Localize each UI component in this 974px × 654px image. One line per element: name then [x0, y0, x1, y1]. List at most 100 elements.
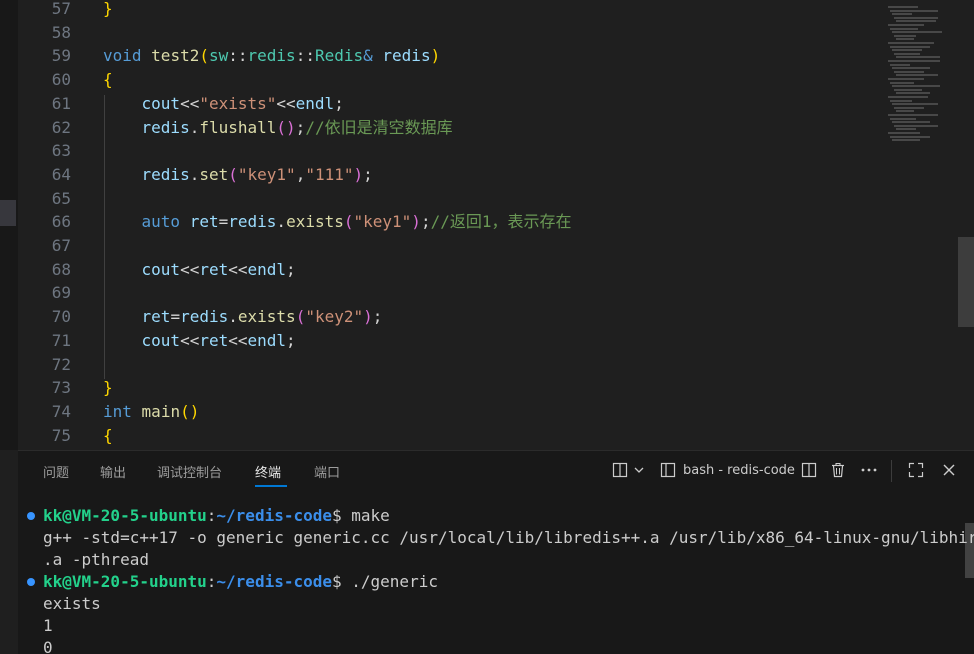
- minimap-line: [892, 67, 930, 70]
- code-line[interactable]: 72: [18, 353, 878, 377]
- split-terminal-icon[interactable]: [801, 462, 817, 482]
- maximize-icon[interactable]: [908, 462, 924, 482]
- code-token: <<: [180, 330, 200, 350]
- panel-tab[interactable]: 输出: [100, 462, 126, 481]
- code-line[interactable]: 68 cout<<ret<<endl;: [18, 258, 878, 282]
- minimap-line: [892, 49, 922, 52]
- command-decoration-icon[interactable]: [27, 512, 35, 520]
- chevron-down-icon[interactable]: [633, 462, 645, 482]
- minimap-line: [890, 63, 910, 66]
- terminal-output-line: 0: [43, 638, 53, 654]
- terminal-name[interactable]: bash - redis-code: [683, 463, 795, 478]
- code-token: }: [103, 0, 113, 18]
- line-code: {: [103, 68, 113, 92]
- split-layout-icon[interactable]: [612, 462, 628, 482]
- code-token: ;: [420, 212, 431, 232]
- editor-scrollbar[interactable]: [958, 237, 974, 327]
- code-token: ;: [286, 330, 296, 350]
- code-line[interactable]: 69: [18, 281, 878, 305]
- code-line[interactable]: 63: [18, 139, 878, 163]
- panel-tab[interactable]: 终端: [255, 462, 281, 481]
- terminal-icon: [660, 462, 676, 482]
- code-token: flushall: [199, 117, 277, 137]
- code-line[interactable]: 71 cout<<ret<<endl;: [18, 329, 878, 353]
- line-code: redis.set("key1","111");: [103, 163, 373, 187]
- prompt-user: kk@VM-20-5-ubuntu: [43, 506, 207, 525]
- code-line[interactable]: 65: [18, 187, 878, 211]
- line-code: redis.flushall();//依旧是清空数据库: [103, 116, 453, 140]
- prompt-separator: :: [206, 506, 217, 525]
- panel-tab[interactable]: 调试控制台: [157, 462, 222, 481]
- code-line[interactable]: 70 ret=redis.exists("key2");: [18, 305, 878, 329]
- code-token: ;: [334, 93, 344, 113]
- code-token: endl: [247, 330, 287, 350]
- code-token: endl: [247, 259, 287, 279]
- code-token: endl: [295, 93, 335, 113]
- code-line[interactable]: 58: [18, 21, 878, 45]
- line-number: 62: [51, 117, 71, 137]
- code-token: "key1": [353, 212, 412, 232]
- command-decoration-icon[interactable]: [27, 578, 35, 586]
- minimap-line: [894, 106, 924, 109]
- code-token: ;: [363, 164, 373, 184]
- code-token: (: [343, 212, 354, 232]
- code-line[interactable]: 57}: [18, 0, 878, 21]
- close-icon[interactable]: [941, 462, 957, 482]
- prompt-command: $ ./generic: [332, 572, 438, 591]
- more-icon[interactable]: [860, 462, 878, 482]
- code-line[interactable]: 66 auto ret=redis.exists("key1");//返回1，表…: [18, 210, 878, 234]
- line-code: }: [103, 0, 113, 21]
- terminal-prompt-line: kk@VM-20-5-ubuntu:~/redis-code$ make: [43, 505, 390, 527]
- line-number: 64: [51, 164, 71, 184]
- minimap-line: [894, 70, 924, 73]
- code-line[interactable]: 59 void test2(sw::redis::Redis& redis): [18, 44, 878, 68]
- code-line[interactable]: 62 redis.flushall();//依旧是清空数据库: [18, 116, 878, 140]
- code-token: cout: [141, 259, 181, 279]
- terminal-view[interactable]: kk@VM-20-5-ubuntu:~/redis-code$ make g++ …: [18, 493, 974, 654]
- code-token: ): [353, 164, 364, 184]
- code-line[interactable]: 60 {: [18, 68, 878, 92]
- code-token: redis: [180, 307, 229, 327]
- terminal-prompt-line: kk@VM-20-5-ubuntu:~/redis-code$ ./generi…: [43, 571, 438, 593]
- prompt-command: $ make: [332, 506, 390, 525]
- code-line[interactable]: 75 {: [18, 424, 878, 448]
- code-token: ): [363, 307, 373, 327]
- line-code: cout<<ret<<endl;: [103, 329, 296, 353]
- code-line[interactable]: 74 int main(): [18, 400, 878, 424]
- minimap[interactable]: [888, 0, 968, 450]
- minimap-line: [892, 103, 938, 106]
- code-editor[interactable]: 57} 58 59 void test2(sw::redis::Redis& redi…: [18, 0, 974, 450]
- panel-tab[interactable]: 问题: [43, 462, 69, 481]
- line-code: cout<<ret<<endl;: [103, 258, 296, 282]
- panel-tab[interactable]: 端口: [314, 462, 340, 481]
- code-line[interactable]: 64 redis.set("key1","111");: [18, 163, 878, 187]
- prompt-user: kk@VM-20-5-ubuntu: [43, 572, 207, 591]
- code-token: cout: [141, 330, 181, 350]
- line-number: 65: [51, 188, 71, 208]
- line-code: {: [103, 424, 113, 448]
- code-token: "key2": [305, 307, 364, 327]
- activity-edge: [0, 0, 18, 450]
- minimap-line: [896, 38, 914, 41]
- code-line[interactable]: 61 cout<<"exists"<<endl;: [18, 92, 878, 116]
- code-token: ): [430, 46, 441, 66]
- code-token: redis: [228, 212, 277, 232]
- line-number: 66: [51, 212, 71, 232]
- trash-icon[interactable]: [830, 462, 846, 482]
- line-number: 60: [51, 70, 71, 90]
- code-line[interactable]: 73}: [18, 376, 878, 400]
- code-line[interactable]: 67: [18, 234, 878, 258]
- code-token: exists: [286, 212, 344, 232]
- code-token: "key1": [237, 164, 296, 184]
- line-code: void test2(sw::redis::Redis& redis): [103, 44, 440, 68]
- minimap-line: [896, 92, 930, 95]
- code-token: &: [363, 46, 373, 66]
- code-token: ret: [189, 212, 219, 232]
- code-token: ;: [286, 259, 296, 279]
- code-token: ::: [228, 46, 248, 66]
